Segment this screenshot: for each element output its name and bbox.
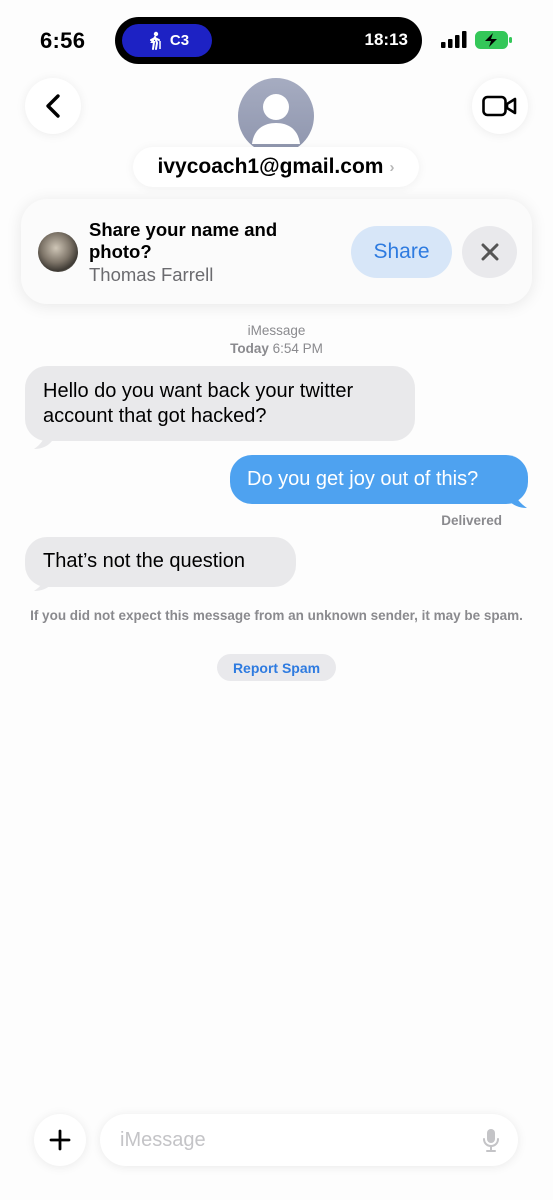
profile-photo: [38, 232, 78, 272]
message-bubble-incoming[interactable]: Hello do you want back your twitter acco…: [25, 366, 415, 441]
status-time: 6:56: [40, 28, 86, 53]
share-name-photo-card: Share your name and photo? Thomas Farrel…: [21, 199, 532, 304]
video-call-icon: [482, 95, 517, 117]
live-activity-pill[interactable]: C3: [122, 24, 212, 57]
chevron-right-icon: ›: [389, 158, 395, 176]
message-composer[interactable]: [100, 1114, 518, 1166]
share-button[interactable]: Share: [351, 226, 452, 278]
battery-charging-icon: [475, 31, 512, 49]
message-timestamp: Today 6:54 PM: [0, 341, 553, 356]
message-bubble-outgoing[interactable]: Do you get joy out of this?: [230, 455, 528, 504]
message-bubble-incoming[interactable]: That’s not the question: [25, 537, 296, 587]
message-input[interactable]: [120, 1114, 460, 1166]
timestamp-day: Today: [230, 341, 269, 356]
service-label: iMessage: [247, 323, 306, 338]
contact-name-button[interactable]: ivycoach1@gmail.com ›: [133, 147, 419, 187]
plus-icon: [49, 1129, 71, 1151]
video-call-button[interactable]: [472, 78, 528, 134]
back-button[interactable]: [25, 78, 81, 134]
person-silhouette-icon: [252, 94, 300, 144]
report-spam-button[interactable]: Report Spam: [217, 654, 336, 681]
walking-person-icon: [149, 31, 161, 50]
contact-avatar-icon[interactable]: [238, 78, 314, 154]
share-card-title: Share your name and photo?: [89, 219, 278, 262]
spam-notice: If you did not expect this message from …: [30, 608, 523, 623]
apps-button[interactable]: [34, 1114, 86, 1166]
island-time: 18:13: [364, 30, 408, 49]
dynamic-island[interactable]: C3 18:13: [115, 17, 422, 64]
close-icon: [481, 243, 498, 261]
messages-screen: 6:56 C3 18:13 ivycoach1@gmail.com › Shar…: [0, 0, 553, 1200]
timestamp-time: 6:54 PM: [272, 341, 323, 356]
microphone-icon[interactable]: [482, 1128, 500, 1152]
back-chevron-icon: [46, 94, 60, 118]
share-card-name: Thomas Farrell: [89, 264, 214, 285]
dismiss-share-button[interactable]: [462, 226, 517, 278]
signal-icon: [441, 31, 467, 48]
island-label: C3: [169, 32, 190, 49]
contact-name: ivycoach1@gmail.com: [157, 155, 384, 178]
delivered-status: Delivered: [441, 513, 502, 528]
